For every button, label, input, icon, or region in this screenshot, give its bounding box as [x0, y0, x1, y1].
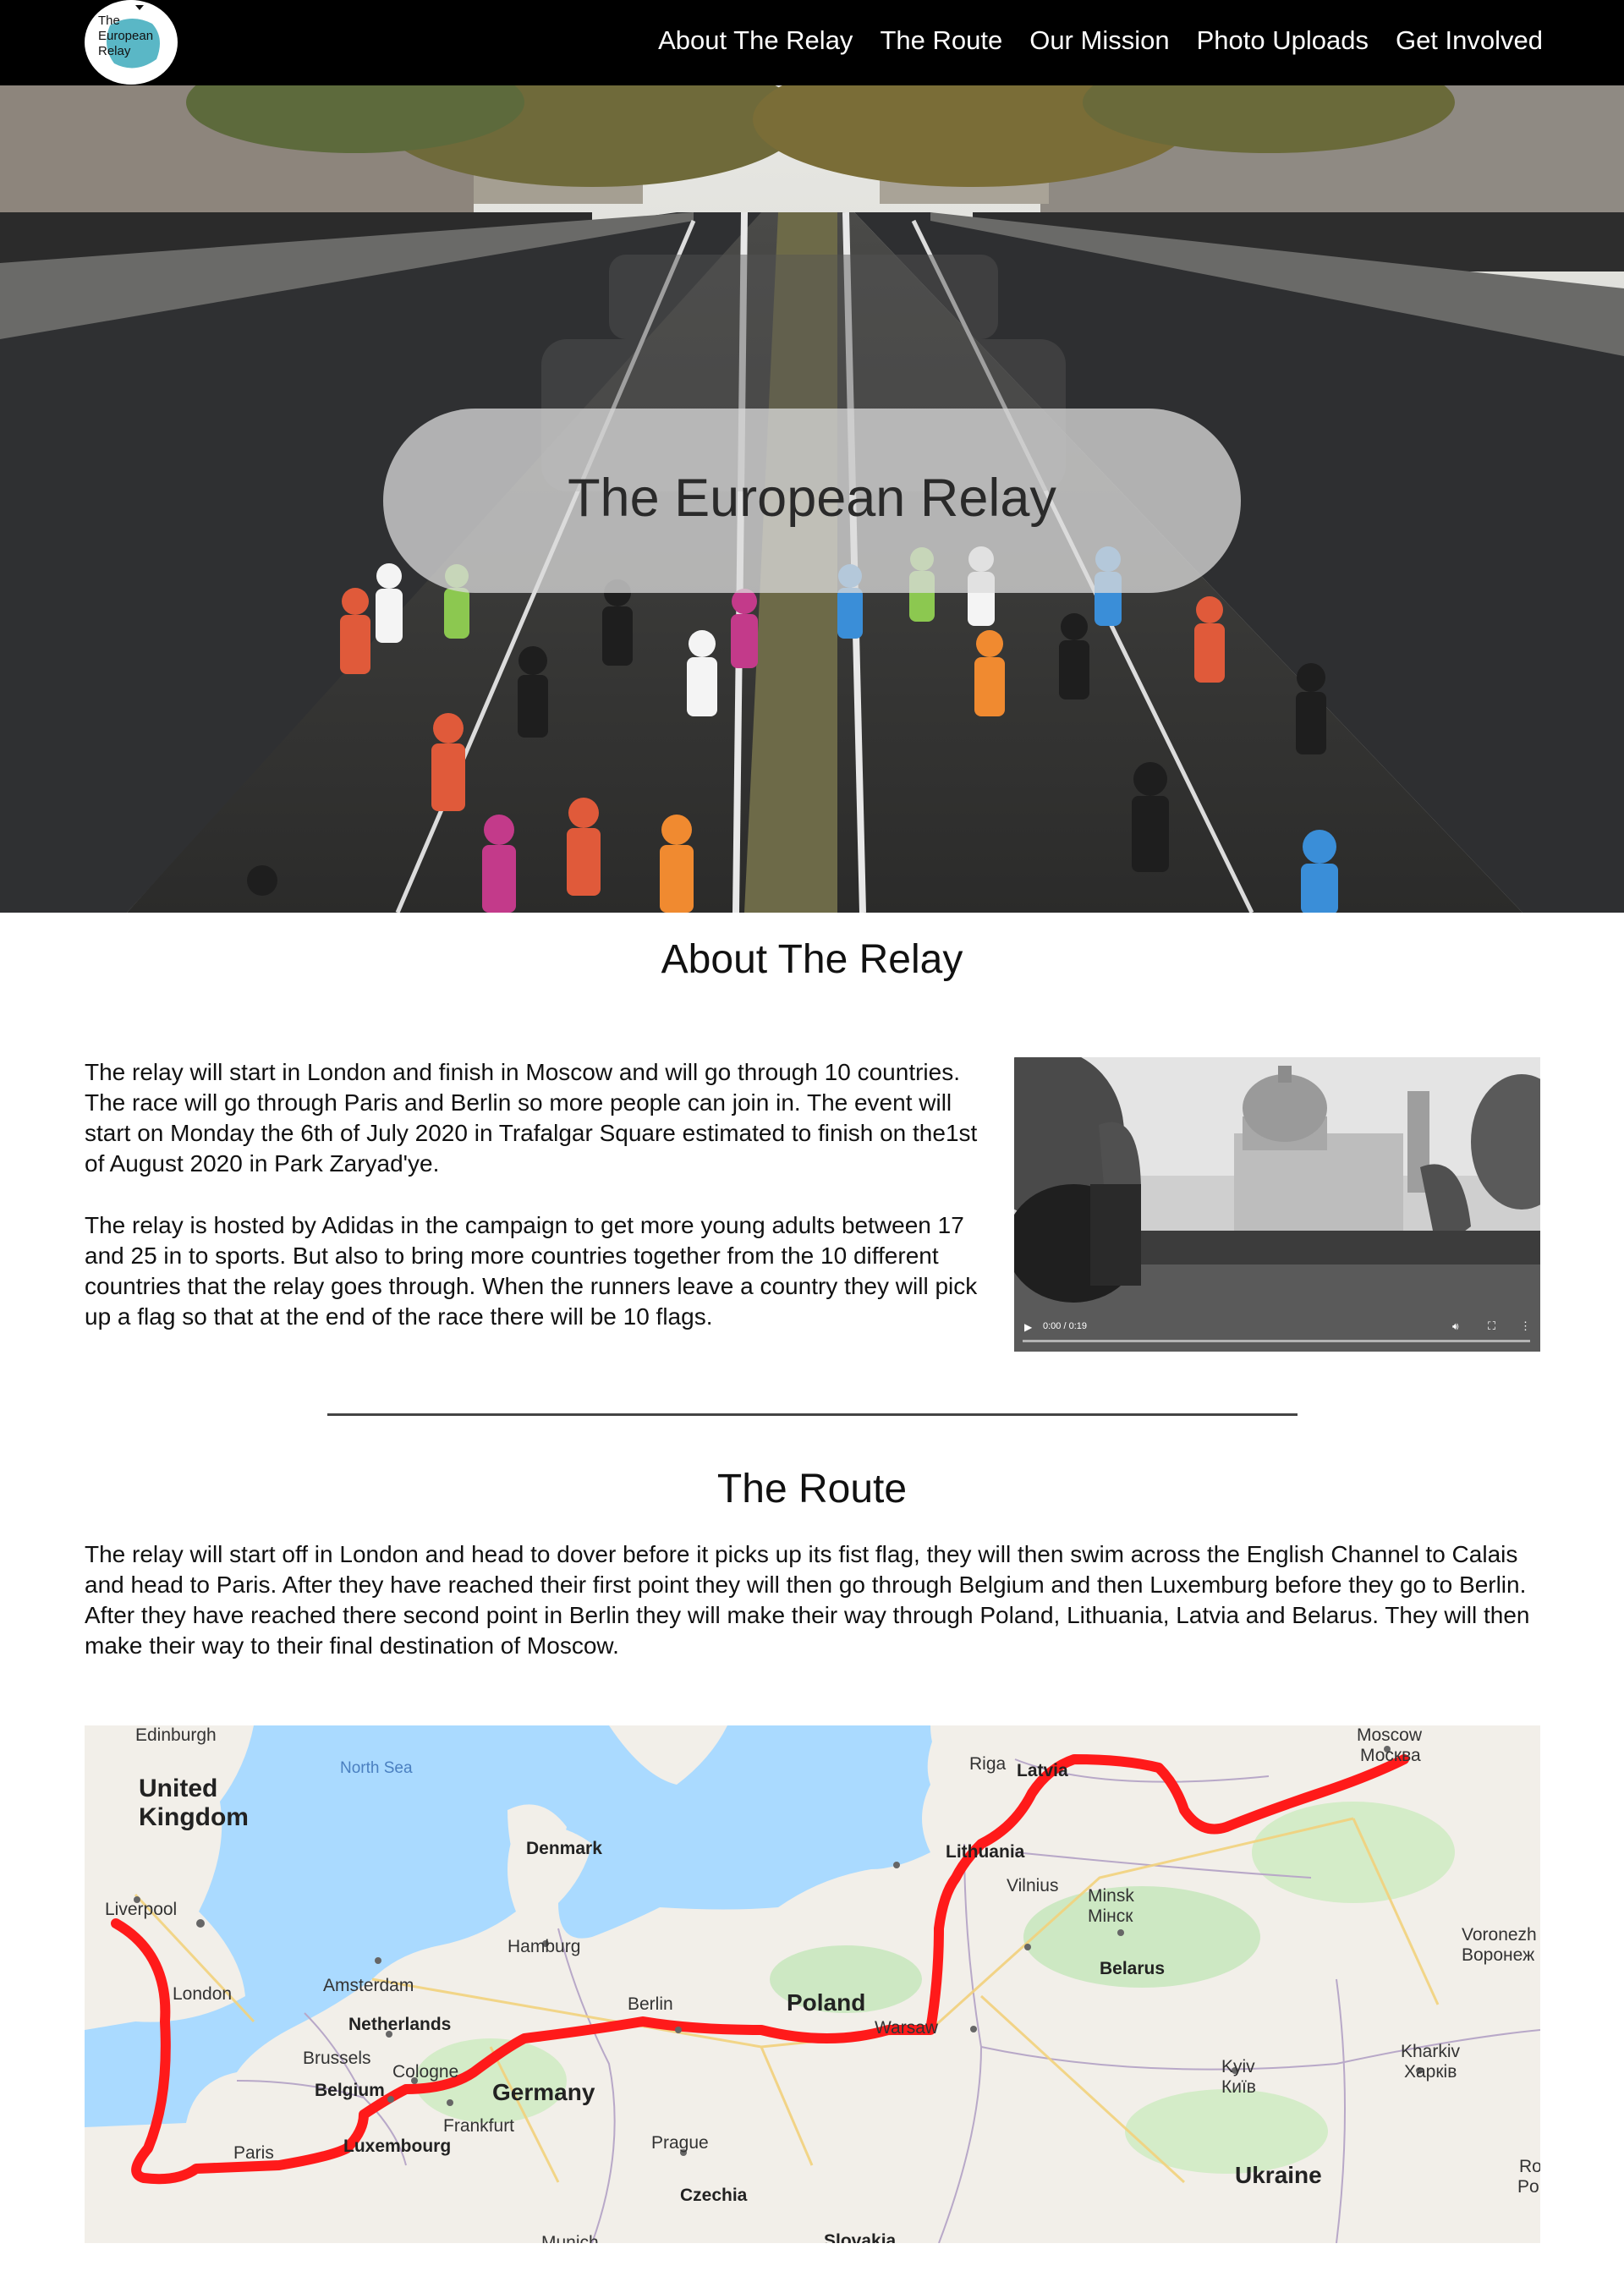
map-label-lithuania: Lithuania	[946, 1842, 1025, 1862]
map-label-frankfurt: Frankfurt	[443, 2116, 515, 2136]
map-label-amsterdam: Amsterdam	[323, 1976, 414, 1995]
map-label-prague: Prague	[651, 2133, 709, 2153]
map-label-moscow-cyrillic: Москва	[1360, 1746, 1421, 1765]
nav-link-mission[interactable]: Our Mission	[1029, 25, 1169, 56]
map-label-berlin: Berlin	[628, 1994, 673, 2014]
video-frame	[1014, 1057, 1540, 1352]
map-label-kharkiv-cyrillic: Харків	[1404, 2062, 1457, 2082]
map-label-voronezh: Voronezh	[1462, 1925, 1537, 1945]
nav-link-photo-uploads[interactable]: Photo Uploads	[1197, 25, 1369, 56]
map-label-london: London	[173, 1984, 233, 2004]
map-label-kyiv-cyrillic: Київ	[1221, 2077, 1256, 2097]
logo-text: The European Relay	[98, 14, 154, 58]
map-label-kharkiv: Kharkiv	[1401, 2042, 1461, 2061]
map-label-vilnius: Vilnius	[1007, 1876, 1059, 1895]
nav-link-about[interactable]: About The Relay	[658, 25, 853, 56]
map-label-brussels: Brussels	[303, 2049, 371, 2068]
map-label-po: Po	[1517, 2177, 1539, 2197]
map-label-munich: Munich	[541, 2233, 599, 2243]
map-label-warsaw: Warsaw	[875, 2018, 939, 2038]
map-label-belgium: Belgium	[315, 2081, 385, 2100]
map-label-voronezh-cyrillic: Воронеж	[1462, 1945, 1535, 1965]
route-map[interactable]: Edinburgh United Kingdom North Sea Liver…	[85, 1725, 1540, 2243]
about-heading: About The Relay	[661, 937, 963, 982]
map-base	[85, 1725, 1540, 2243]
section-divider	[327, 1413, 1298, 1416]
map-label-liverpool: Liverpool	[105, 1900, 178, 1919]
video-progress-bar[interactable]	[1023, 1340, 1530, 1342]
map-label-kyiv: Kyiv	[1221, 2057, 1255, 2076]
map-label-north-sea: North Sea	[340, 1759, 413, 1777]
hero-title: The European Relay	[568, 469, 1056, 528]
route-paragraph: The relay will start off in London and h…	[85, 1541, 1530, 1659]
video-time: 0:00 / 0:19	[1043, 1321, 1087, 1331]
map-label-netherlands: Netherlands	[348, 2015, 452, 2034]
map-label-cologne: Cologne	[392, 2062, 459, 2082]
map-label-uk: United Kingdom	[139, 1775, 249, 1831]
map-label-edinburgh: Edinburgh	[135, 1725, 217, 1745]
map-label-luxembourg: Luxembourg	[343, 2137, 452, 2156]
map-label-minsk-cyrillic: Мінск	[1088, 1906, 1133, 1926]
route-heading: The Route	[716, 1467, 908, 1511]
nav-link-route[interactable]: The Route	[880, 25, 1002, 56]
fullscreen-icon[interactable]: ⛶	[1488, 1319, 1495, 1333]
volume-icon[interactable]: 🔊︎	[1452, 1320, 1459, 1333]
nav-links: About The Relay The Route Our Mission Ph…	[631, 25, 1543, 56]
about-paragraph-2: The relay is hosted by Adidas in the cam…	[85, 1212, 978, 1330]
video-controls: ▶ 0:00 / 0:19 🔊︎ ⛶ ⋮	[1014, 1316, 1540, 1352]
map-label-denmark: Denmark	[526, 1839, 602, 1858]
map-label-germany: Germany	[492, 2079, 595, 2105]
about-video-player[interactable]: ▶ 0:00 / 0:19 🔊︎ ⛶ ⋮	[1014, 1057, 1540, 1352]
map-label-hamburg: Hamburg	[508, 1937, 581, 1956]
map-label-ukraine: Ukraine	[1235, 2162, 1322, 2188]
map-label-moscow: Moscow	[1357, 1725, 1423, 1745]
map-label-latvia: Latvia	[1017, 1761, 1068, 1780]
map-label-minsk: Minsk	[1088, 1886, 1134, 1906]
map-label-slovakia: Slovakia	[824, 2231, 897, 2243]
nav-link-get-involved[interactable]: Get Involved	[1396, 25, 1543, 56]
play-icon[interactable]: ▶	[1024, 1321, 1032, 1333]
map-label-belarus: Belarus	[1100, 1959, 1166, 1978]
site-logo[interactable]: The European Relay	[85, 0, 178, 85]
more-options-icon[interactable]: ⋮	[1520, 1319, 1531, 1333]
map-label-czechia: Czechia	[680, 2186, 748, 2205]
map-label-riga: Riga	[969, 1754, 1007, 1774]
about-paragraph-1: The relay will start in London and finis…	[85, 1059, 978, 1177]
map-label-ro: Ro	[1519, 2157, 1540, 2176]
map-label-paris: Paris	[233, 2143, 274, 2163]
top-navbar: The European Relay About The Relay The R…	[0, 0, 1624, 85]
map-label-poland: Poland	[787, 1989, 866, 2016]
hero-image: The European Relay	[0, 85, 1624, 913]
